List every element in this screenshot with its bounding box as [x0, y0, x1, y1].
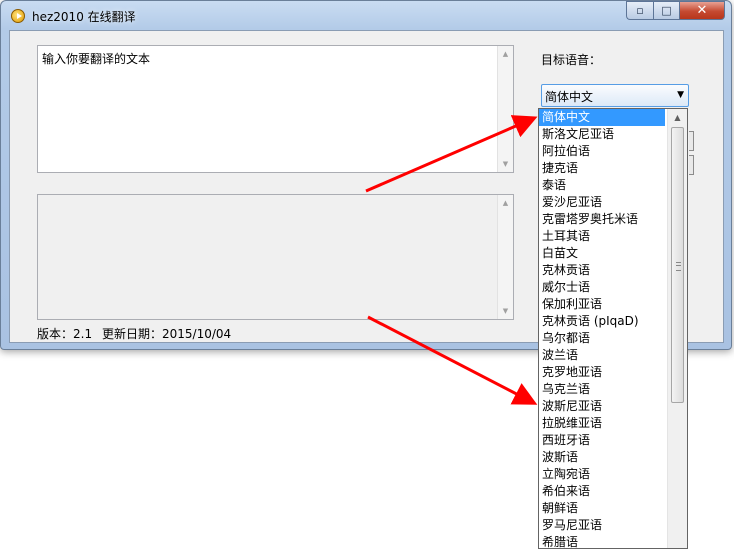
language-option[interactable]: 威尔士语	[539, 279, 665, 296]
language-option[interactable]: 罗马尼亚语	[539, 517, 665, 534]
side-button-2[interactable]	[689, 155, 694, 175]
chevron-down-icon[interactable]: ▼	[677, 90, 684, 100]
close-button[interactable]: ✕	[679, 1, 725, 20]
scroll-up-arrow-icon[interactable]: ▲	[668, 109, 687, 126]
language-option[interactable]: 朝鲜语	[539, 500, 665, 517]
close-icon: ✕	[696, 3, 708, 18]
scroll-up-arrow-icon[interactable]: ▲	[498, 195, 513, 211]
language-option[interactable]: 立陶宛语	[539, 466, 665, 483]
target-language-label: 目标语音：	[541, 53, 602, 67]
output-scrollbar[interactable]: ▲ ▼	[497, 195, 513, 319]
grip-icon	[676, 262, 681, 271]
scroll-thumb[interactable]	[671, 127, 684, 403]
maximize-icon: □	[661, 4, 672, 17]
language-option[interactable]: 爱沙尼亚语	[539, 194, 665, 211]
minimize-icon: ▫	[636, 4, 644, 17]
language-option[interactable]: 波兰语	[539, 347, 665, 364]
language-option[interactable]: 希腊语	[539, 534, 665, 548]
language-option[interactable]: 土耳其语	[539, 228, 665, 245]
language-option[interactable]: 简体中文	[539, 109, 665, 126]
title-bar[interactable]: hez2010 在线翻译 ▫ □ ✕	[1, 1, 731, 29]
source-text-input[interactable]: 输入你要翻译的文本 ▲ ▼	[37, 45, 514, 173]
dropdown-scrollbar[interactable]: ▲	[667, 109, 687, 548]
language-option[interactable]: 捷克语	[539, 160, 665, 177]
language-option[interactable]: 乌克兰语	[539, 381, 665, 398]
maximize-button[interactable]: □	[653, 1, 679, 20]
language-options: 简体中文 斯洛文尼亚语 阿拉伯语 捷克语 泰语 爱沙尼亚语 克雷塔罗奥托米语 土耳其语 白苗文克…	[539, 109, 687, 548]
target-language-select[interactable]: 简体中文 ▼	[541, 84, 689, 107]
caption-buttons: ▫ □ ✕	[626, 1, 725, 20]
language-dropdown-list[interactable]: 简体中文 斯洛文尼亚语 阿拉伯语 捷克语 泰语 爱沙尼亚语 克雷塔罗奥托米语 土耳其语 白苗文克…	[538, 108, 688, 549]
translation-output[interactable]: ▲ ▼	[37, 194, 514, 320]
update-date-text: 更新日期：2015/10/04	[102, 327, 232, 341]
language-option[interactable]: 白苗文	[539, 245, 665, 262]
language-option[interactable]: 保加利亚语	[539, 296, 665, 313]
language-option[interactable]: 克林贡语	[539, 262, 665, 279]
language-option[interactable]: 希伯来语	[539, 483, 665, 500]
language-option[interactable]: 克雷塔罗奥托米语	[539, 211, 665, 228]
side-button-1[interactable]	[689, 131, 694, 151]
language-option[interactable]: 斯洛文尼亚语	[539, 126, 665, 143]
language-option[interactable]: 克林贡语 (pIqaD)	[539, 313, 665, 330]
minimize-button[interactable]: ▫	[626, 1, 653, 20]
language-option[interactable]: 波斯尼亚语	[539, 398, 665, 415]
target-language-selected: 简体中文	[545, 90, 594, 104]
language-option[interactable]: 泰语	[539, 177, 665, 194]
language-option[interactable]: 波斯语	[539, 449, 665, 466]
app-logo-icon	[11, 9, 25, 23]
language-option[interactable]: 拉脱维亚语	[539, 415, 665, 432]
source-text-value: 输入你要翻译的文本	[42, 52, 151, 66]
scroll-down-arrow-icon[interactable]: ▼	[498, 303, 513, 319]
language-option[interactable]: 西班牙语	[539, 432, 665, 449]
scroll-up-arrow-icon[interactable]: ▲	[498, 46, 513, 62]
language-option[interactable]: 克罗地亚语	[539, 364, 665, 381]
language-option[interactable]: 乌尔都语	[539, 330, 665, 347]
scroll-down-arrow-icon[interactable]: ▼	[498, 156, 513, 172]
language-option[interactable]: 阿拉伯语	[539, 143, 665, 160]
version-text: 版本：2.1	[37, 327, 93, 341]
window-title: hez2010 在线翻译	[32, 10, 136, 24]
source-text-scrollbar[interactable]: ▲ ▼	[497, 46, 513, 172]
